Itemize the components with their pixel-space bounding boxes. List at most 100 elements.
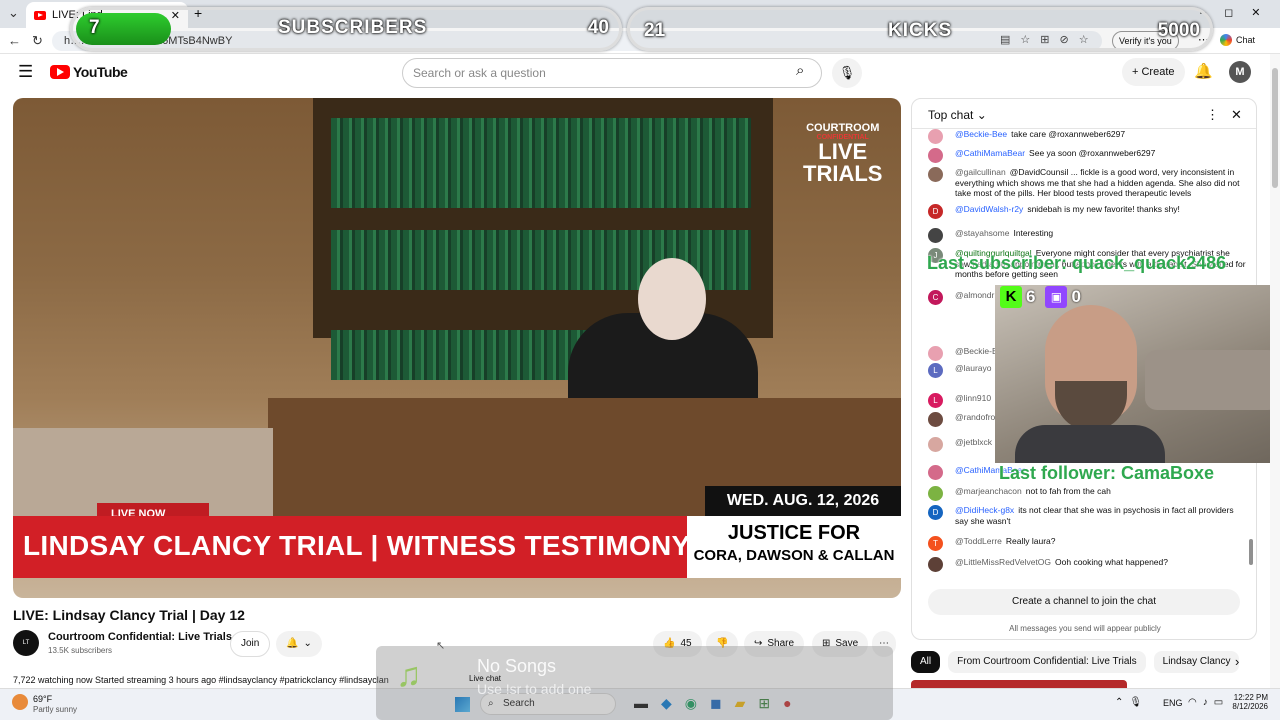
channel-name[interactable]: Courtroom Confidential: Live Trials (48, 631, 232, 643)
youtube-logo[interactable]: YouTube (50, 64, 128, 80)
search-input[interactable]: Search or ask a question (402, 58, 822, 88)
chat-author-avatar[interactable] (928, 465, 943, 480)
chat-author-avatar[interactable]: D (928, 505, 943, 520)
search-icon[interactable]: ⌕ (796, 62, 804, 79)
chat-text: Really laura? (1005, 536, 1056, 546)
chat-author-avatar[interactable]: T (928, 536, 943, 551)
chat-button[interactable]: Chat (1220, 34, 1255, 46)
chat-author[interactable]: @LittleMissRedVelvetOG (955, 557, 1051, 567)
create-channel-button[interactable]: Create a channel to join the chat (928, 589, 1240, 615)
chat-message[interactable]: @LittleMissRedVelvetOG Ooh cooking what h… (928, 557, 1246, 572)
chat-author[interactable]: @ToddLerre (955, 536, 1002, 546)
chat-message[interactable]: @marjeanchacon not to fah from the cah (928, 486, 1246, 501)
banner-text: LINDSAY CLANCY TRIAL | WITNESS TESTIMONY (23, 530, 691, 561)
filter-chip-all[interactable]: All (911, 651, 941, 673)
judge-head (638, 258, 706, 340)
bell-icon: 🔔 (286, 638, 299, 649)
youtube-logo-icon (50, 65, 70, 79)
chat-close-icon[interactable]: ✕ (1231, 107, 1242, 123)
chat-author[interactable]: @linn910 (955, 393, 991, 403)
chat-author-avatar[interactable] (928, 437, 943, 452)
no-songs-subtitle: Use !sr to add one (477, 681, 592, 697)
weather-icon[interactable] (12, 694, 28, 710)
chat-author-avatar[interactable]: D (928, 204, 943, 219)
kicks-goal-bar: 21 KICKS 5000 (627, 7, 1213, 51)
chat-message-body: @ToddLerre Really laura? (955, 536, 1246, 547)
filter-chip-topic[interactable]: Lindsay Clancy (1153, 651, 1240, 673)
chat-author[interactable]: @randofro (955, 412, 995, 422)
reload-icon[interactable]: ↻ (32, 28, 43, 54)
account-avatar[interactable]: M (1229, 61, 1251, 83)
clock-time: 12:22 PM (1233, 693, 1268, 702)
page-scrollbar[interactable] (1270, 54, 1280, 688)
chat-message[interactable]: @CathiMamaBear See ya soon @roxannweber62… (928, 148, 1246, 163)
top-chat-dropdown[interactable]: Top chat ⌄ (928, 108, 987, 122)
chat-author-avatar[interactable]: L (928, 393, 943, 408)
chat-message[interactable]: @gailcullinan @DavidCounsil ... fickle is… (928, 167, 1246, 199)
chat-label: Chat (1236, 35, 1256, 45)
twitch-stat: 0 (1071, 287, 1081, 306)
chat-text: See ya soon @roxannweber6297 (1029, 148, 1156, 158)
chat-author[interactable]: @almondr (955, 290, 994, 300)
youtube-favicon-icon (34, 10, 46, 20)
chat-author-avatar[interactable] (928, 486, 943, 501)
create-button[interactable]: + Create (1122, 58, 1185, 86)
tab-menu-icon[interactable]: ⌄ (8, 0, 19, 26)
chat-author-avatar[interactable]: C (928, 290, 943, 305)
chat-author[interactable]: @DidiHeck-g8x (955, 505, 1014, 515)
youtube-header: ☰ YouTube Search or ask a question ⌕ 🎙 +… (0, 54, 1270, 90)
chat-author[interactable]: @marjeanchacon (955, 486, 1022, 496)
clock[interactable]: 12:22 PM 8/12/2026 (1232, 693, 1268, 711)
chat-message[interactable]: D @DavidWalsh-r2y snidebah is my new favor… (928, 204, 1246, 219)
bookshelf-books-top (331, 118, 751, 208)
chat-author-avatar[interactable] (928, 412, 943, 427)
chat-author[interactable]: @DavidWalsh-r2y (955, 204, 1023, 214)
channel-avatar[interactable]: LT (13, 630, 39, 656)
chat-author-avatar[interactable] (928, 346, 943, 361)
kicks-goal: 5000 (1157, 20, 1200, 41)
chat-author[interactable]: @stayahsome (955, 228, 1009, 238)
chat-author[interactable]: @jetblxck (955, 437, 992, 447)
chat-author-avatar[interactable] (928, 148, 943, 163)
chat-author-avatar[interactable]: L (928, 363, 943, 378)
chat-author-avatar[interactable] (928, 129, 943, 144)
network-volume-battery-icons[interactable]: ◠♪▭ (1188, 697, 1229, 708)
chat-author[interactable]: @Beckie-B (955, 346, 998, 356)
back-icon[interactable]: ← (8, 28, 21, 54)
kicks-count: 21 (644, 20, 666, 41)
chips-next-icon[interactable]: › (1235, 654, 1239, 669)
chat-more-icon[interactable]: ⋮ (1206, 107, 1219, 123)
video-player[interactable]: COURTROOM CONFIDENTIAL LIVE TRIALS LIVE … (13, 98, 901, 598)
chat-author[interactable]: @CathiMamaBear (955, 148, 1025, 158)
chat-message[interactable]: @Beckie-Bee take care @roxannweber6297 (928, 129, 1246, 144)
join-button[interactable]: Join (230, 631, 271, 657)
window-controls[interactable]: –◻✕ (1200, 6, 1278, 19)
last-subscriber-text: Last subscriber: quack_quack2486 (927, 253, 1227, 273)
chat-author[interactable]: @gailcullinan (955, 167, 1006, 177)
filter-chip-channel[interactable]: From Courtroom Confidential: Live Trials (948, 651, 1146, 673)
related-video-thumbnail[interactable] (911, 680, 1127, 688)
chat-author[interactable]: @Beckie-Bee (955, 129, 1007, 139)
chat-message[interactable]: D @DidiHeck-g8x its not clear that she was… (928, 505, 1246, 526)
brand-big-1: LIVE (818, 139, 868, 164)
chat-author-avatar[interactable] (928, 167, 943, 182)
chat-scrollbar[interactable] (1249, 539, 1253, 565)
voice-search-icon[interactable]: 🎙 (832, 58, 862, 88)
chat-message[interactable]: @stayahsome Interesting (928, 228, 1246, 243)
chat-author-avatar[interactable] (928, 228, 943, 243)
chat-message[interactable]: T @ToddLerre Really laura? (928, 536, 1246, 551)
tray-icons[interactable]: ⌃🎙 (1115, 697, 1148, 708)
notifications-bell-icon[interactable]: 🔔 (1194, 62, 1213, 80)
hamburger-menu-icon[interactable]: ☰ (18, 62, 33, 82)
chat-author[interactable]: @laurayo (955, 363, 992, 373)
subscribed-button[interactable]: 🔔 ⌄ (276, 631, 322, 657)
chat-mode-label: Top chat (928, 108, 974, 122)
chat-author-avatar[interactable] (928, 557, 943, 572)
language-indicator[interactable]: ENG (1163, 698, 1183, 708)
streamer-shirt (1015, 425, 1165, 463)
justice-line-1: JUSTICE FOR (727, 522, 861, 544)
page-scroll-thumb[interactable] (1272, 68, 1278, 188)
weather-temp: 69°F (33, 694, 53, 704)
chat-text: not to fah from the cah (1025, 486, 1111, 496)
related-filter-chips: All From Courtroom Confidential: Live Tr… (911, 651, 1240, 673)
